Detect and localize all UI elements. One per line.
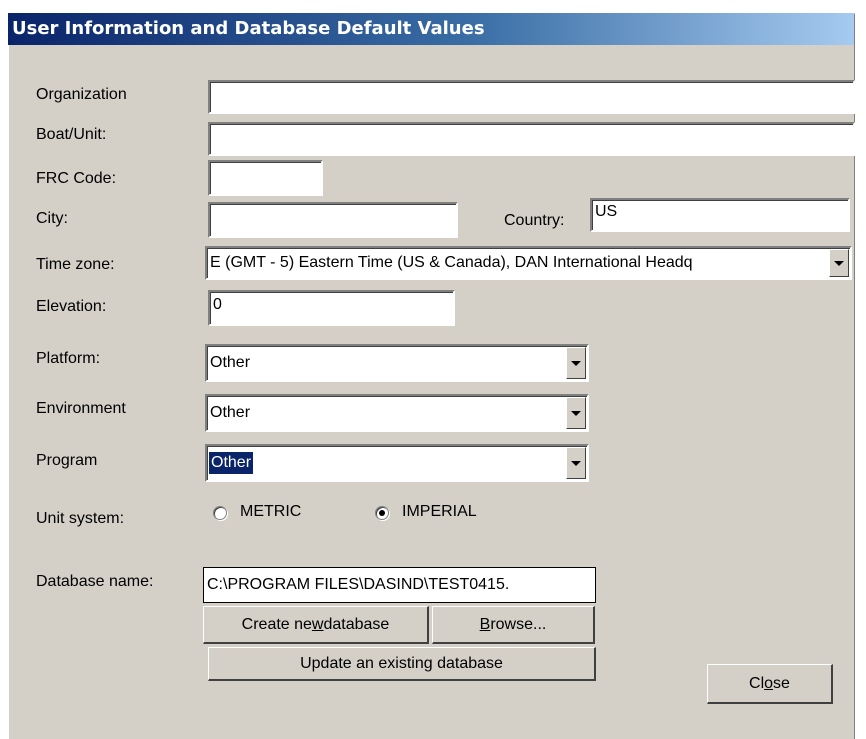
window-title: User Information and Database Default Va… <box>12 18 485 39</box>
program-label: Program <box>36 452 98 469</box>
country-label: Country: <box>504 212 565 229</box>
program-value: Other <box>209 452 254 474</box>
metric-radio[interactable] <box>213 506 227 520</box>
time-zone-dropdown-arrow-icon[interactable] <box>829 249 849 277</box>
organization-label: Organization <box>36 86 127 103</box>
imperial-radio[interactable] <box>375 506 389 520</box>
update-existing-database-button[interactable]: Update an existing database <box>208 647 596 681</box>
platform-label: Platform: <box>36 350 101 367</box>
browse-button-label: rowse... <box>490 615 547 633</box>
update-button-label: Update an existing database <box>300 654 503 672</box>
elevation-label: Elevation: <box>36 298 107 315</box>
platform-value: Other <box>210 354 251 371</box>
environment-dropdown-arrow-icon[interactable] <box>566 397 586 429</box>
city-label: City: <box>36 210 68 227</box>
frc-code-label: FRC Code: <box>36 170 117 187</box>
close-button-label-b: se <box>773 674 790 692</box>
unit-system-label: Unit system: <box>36 510 125 527</box>
environment-value: Other <box>210 404 251 421</box>
environment-label: Environment <box>36 400 126 417</box>
database-name-input[interactable]: C:\PROGRAM FILES\DASIND\TEST0415. <box>203 567 596 603</box>
country-input[interactable]: US <box>590 198 850 232</box>
create-button-mnemonic: w <box>311 615 324 633</box>
program-dropdown-arrow-icon[interactable] <box>566 447 586 479</box>
time-zone-label: Time zone: <box>36 256 115 273</box>
create-new-database-button[interactable]: Create ne w database <box>203 606 429 644</box>
boat-unit-label: Boat/Unit: <box>36 126 107 143</box>
browse-button[interactable]: Browse... <box>432 606 595 644</box>
imperial-radio-label[interactable]: IMPERIAL <box>402 503 477 521</box>
close-button[interactable]: Cl o se <box>707 664 833 704</box>
frc-code-input[interactable] <box>208 160 323 196</box>
close-button-label-a: Cl <box>749 674 765 692</box>
title-bar: User Information and Database Default Va… <box>8 13 854 45</box>
program-select[interactable]: Other <box>205 444 589 482</box>
radio-selected-dot <box>379 510 385 516</box>
platform-select[interactable]: Other <box>205 344 589 382</box>
boat-unit-input[interactable] <box>208 122 855 156</box>
city-input[interactable] <box>208 202 458 238</box>
environment-select[interactable]: Other <box>205 394 589 432</box>
time-zone-select[interactable]: E (GMT - 5) Eastern Time (US & Canada), … <box>205 246 852 280</box>
database-name-label: Database name: <box>36 573 154 590</box>
organization-input[interactable] <box>208 80 855 114</box>
create-button-label-a: Create ne <box>241 615 312 633</box>
metric-radio-label[interactable]: METRIC <box>240 503 301 521</box>
close-button-mnemonic: o <box>764 674 774 692</box>
create-button-label-b: database <box>323 615 390 633</box>
platform-dropdown-arrow-icon[interactable] <box>566 347 586 379</box>
time-zone-value: E (GMT - 5) Eastern Time (US & Canada), … <box>210 254 693 271</box>
browse-button-mnemonic: B <box>479 615 491 633</box>
elevation-input[interactable]: 0 <box>208 290 455 326</box>
